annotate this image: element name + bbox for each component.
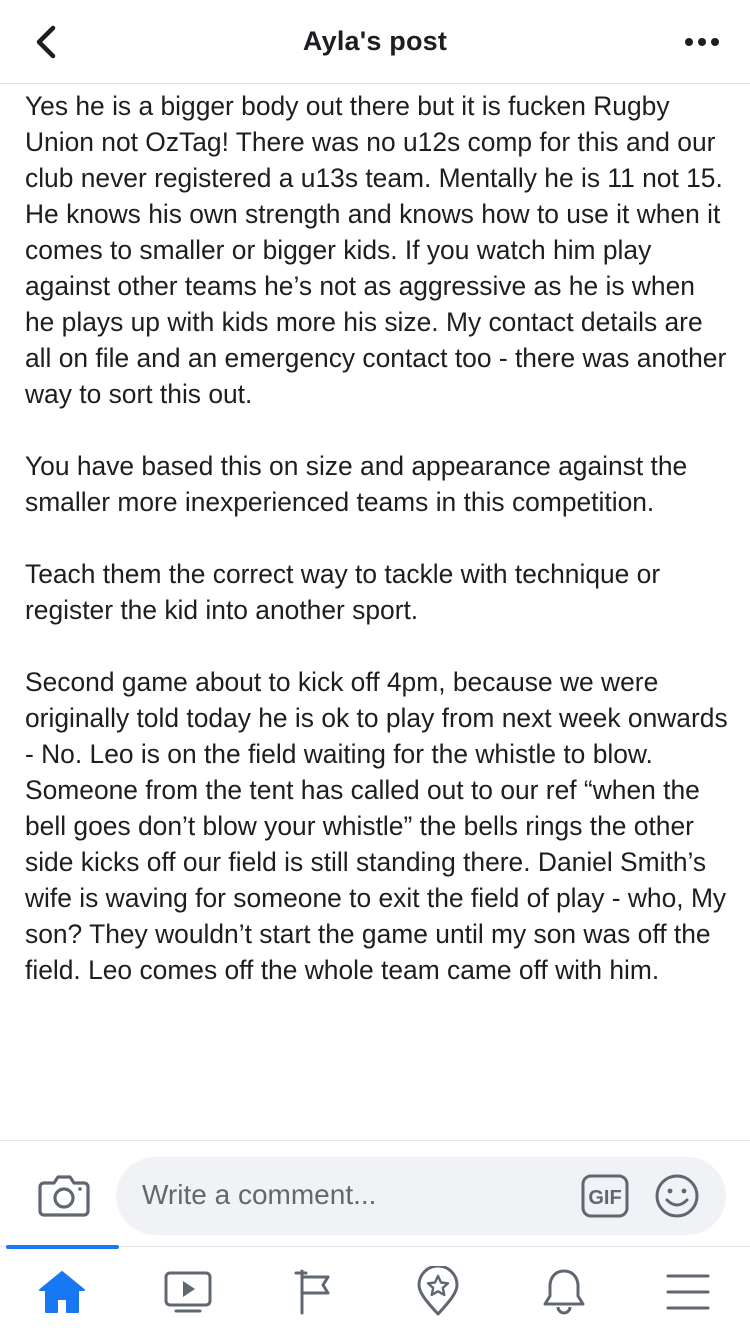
page-title: Ayla's post bbox=[302, 26, 448, 56]
tab-watch[interactable] bbox=[158, 1265, 218, 1319]
tab-home[interactable] bbox=[32, 1265, 92, 1319]
home-icon bbox=[39, 1271, 85, 1313]
camera-icon bbox=[38, 1175, 90, 1217]
post-paragraph: Yes he is a bigger body out there but it… bbox=[25, 91, 727, 409]
comment-composer: Write a comment... GIF bbox=[0, 1140, 750, 1246]
camera-button[interactable] bbox=[38, 1171, 90, 1219]
video-play-icon bbox=[164, 1271, 212, 1313]
post-paragraph: Teach them the correct way to tackle wit… bbox=[25, 559, 661, 625]
top-navigation-bar: Ayla's post bbox=[0, 0, 750, 84]
back-button[interactable] bbox=[26, 22, 66, 62]
tab-pages[interactable] bbox=[284, 1265, 344, 1319]
emoji-button[interactable] bbox=[654, 1173, 700, 1219]
post-text: Yes he is a bigger body out there but it… bbox=[25, 88, 730, 1024]
bell-icon bbox=[543, 1269, 585, 1315]
post-page: Ayla's post Yes he is a bigger body out … bbox=[0, 0, 750, 1334]
tab-notifications[interactable] bbox=[534, 1265, 594, 1319]
gif-label: GIF bbox=[588, 1187, 621, 1209]
more-options-button[interactable] bbox=[680, 22, 724, 62]
more-dots-icon bbox=[685, 38, 719, 46]
tab-explore[interactable] bbox=[408, 1265, 468, 1319]
bottom-tab-bar bbox=[0, 1245, 750, 1334]
flag-icon bbox=[294, 1269, 330, 1315]
active-tab-indicator bbox=[6, 1245, 119, 1249]
post-paragraph: You have based this on size and appearan… bbox=[25, 451, 688, 517]
gif-icon: GIF bbox=[581, 1174, 629, 1218]
gif-button[interactable]: GIF bbox=[581, 1174, 629, 1218]
post-paragraph: Second game about to kick off 4pm, becau… bbox=[25, 667, 728, 985]
location-star-icon bbox=[417, 1266, 459, 1316]
chevron-left-icon bbox=[36, 25, 56, 59]
comment-input[interactable]: Write a comment... GIF bbox=[116, 1157, 726, 1235]
comment-placeholder: Write a comment... bbox=[142, 1179, 377, 1210]
tab-menu[interactable] bbox=[658, 1265, 718, 1319]
smiley-icon bbox=[655, 1174, 699, 1218]
hamburger-menu-icon bbox=[666, 1274, 710, 1310]
